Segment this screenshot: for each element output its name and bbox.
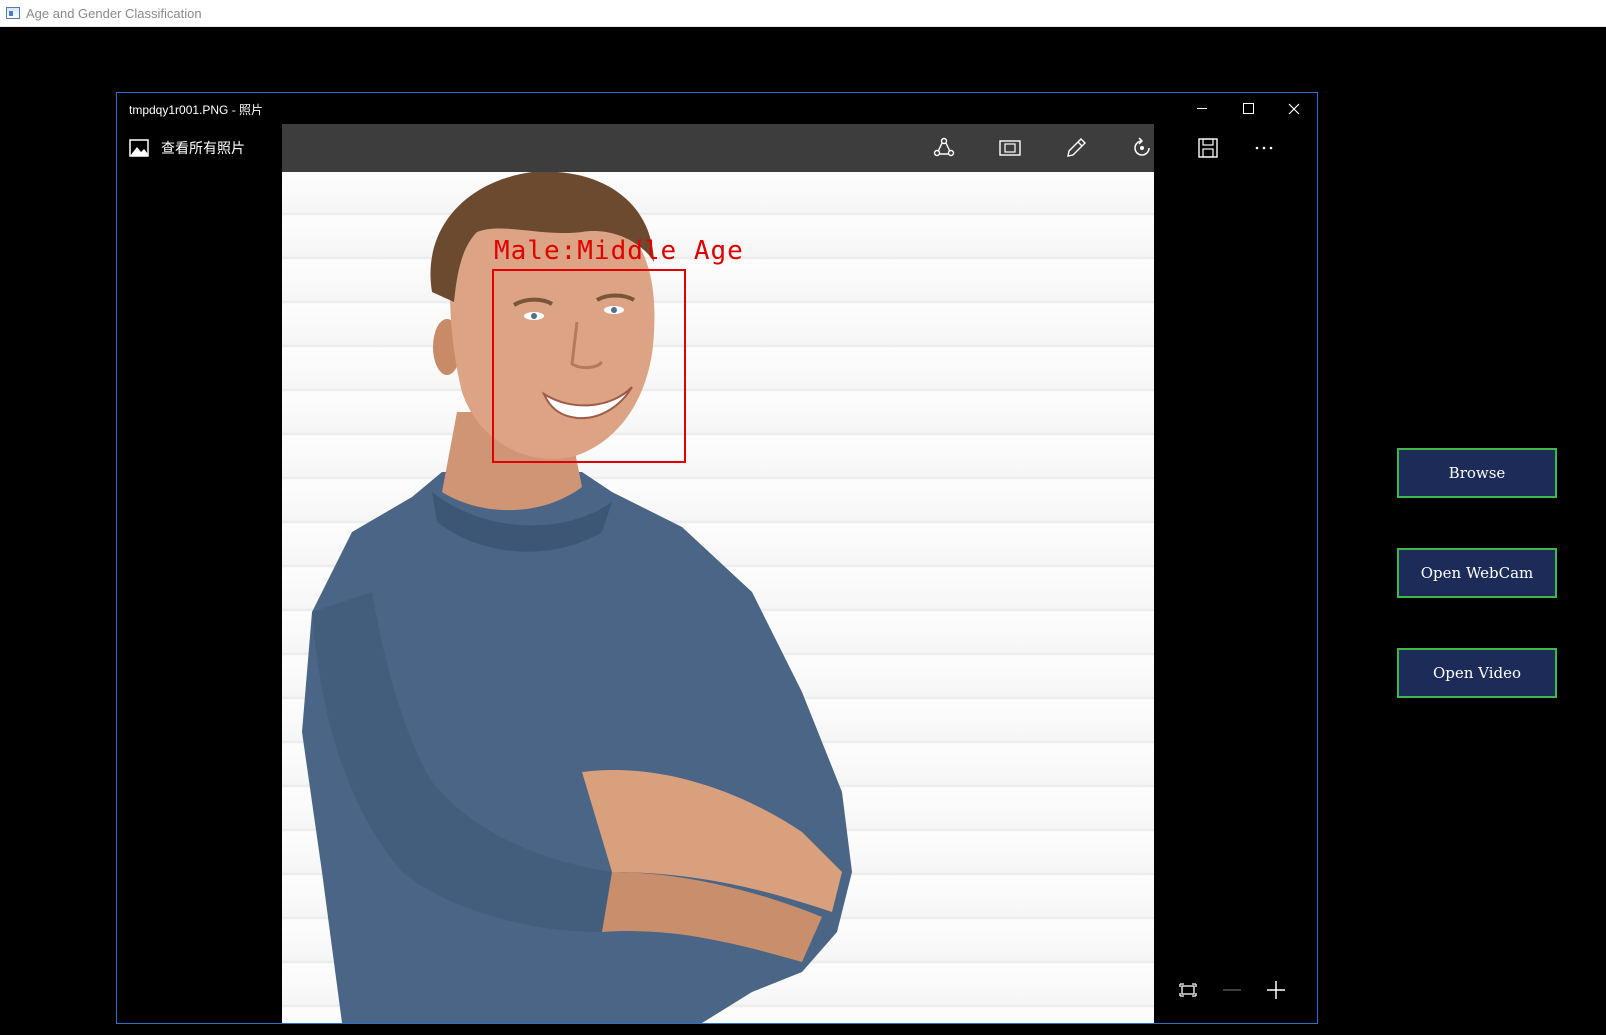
fit-screen-button[interactable] — [1172, 975, 1204, 1005]
share-icon — [933, 137, 955, 157]
photo-viewer-window: tmpdqy1r001.PNG - 照片 查看所有照片 Male:Middle … — [116, 92, 1318, 1024]
photo-viewer-titlebar: tmpdqy1r001.PNG - 照片 — [117, 93, 1317, 124]
zoom-in-icon — [1267, 981, 1285, 999]
slideshow-button[interactable] — [993, 132, 1027, 164]
detection-label: Male:Middle Age — [494, 236, 744, 266]
save-button[interactable] — [1191, 132, 1225, 164]
photo-canvas: Male:Middle Age — [282, 172, 1154, 1023]
open-video-button[interactable]: Open Video — [1397, 648, 1557, 698]
close-icon — [1288, 103, 1300, 114]
photo-icon — [129, 139, 149, 157]
face-detection-box — [492, 269, 686, 463]
minimize-icon — [1197, 108, 1207, 109]
app-window-icon — [6, 7, 20, 19]
more-icon — [1255, 146, 1273, 150]
rotate-button[interactable] — [1125, 132, 1159, 164]
view-all-photos-label: 查看所有照片 — [161, 141, 245, 157]
fit-screen-icon — [1179, 983, 1197, 997]
share-button[interactable] — [927, 132, 961, 164]
minimize-button[interactable] — [1179, 93, 1225, 124]
save-icon — [1198, 138, 1218, 158]
edit-icon — [1067, 138, 1086, 157]
zoom-controls — [1154, 961, 1319, 1019]
person-photo — [302, 172, 852, 1023]
zoom-out-button[interactable] — [1216, 975, 1248, 1005]
zoom-in-button[interactable] — [1260, 975, 1292, 1005]
rotate-icon — [1134, 137, 1150, 156]
view-all-photos-button[interactable]: 查看所有照片 — [129, 136, 245, 160]
maximize-icon — [1242, 103, 1254, 114]
open-webcam-button[interactable]: Open WebCam — [1397, 548, 1557, 598]
more-options-button[interactable] — [1247, 132, 1281, 164]
close-button[interactable] — [1271, 93, 1317, 124]
edit-button[interactable] — [1059, 132, 1093, 164]
maximize-button[interactable] — [1225, 93, 1271, 124]
zoom-out-icon — [1223, 989, 1241, 991]
photo-viewer-title: tmpdqy1r001.PNG - 照片 — [129, 103, 264, 117]
slideshow-icon — [999, 140, 1021, 156]
browse-button[interactable]: Browse — [1397, 448, 1557, 498]
app-titlebar: Age and Gender Classification — [0, 0, 1606, 27]
photo-viewer-toolbar: 查看所有照片 — [117, 124, 1317, 172]
app-title: Age and Gender Classification — [26, 5, 202, 21]
